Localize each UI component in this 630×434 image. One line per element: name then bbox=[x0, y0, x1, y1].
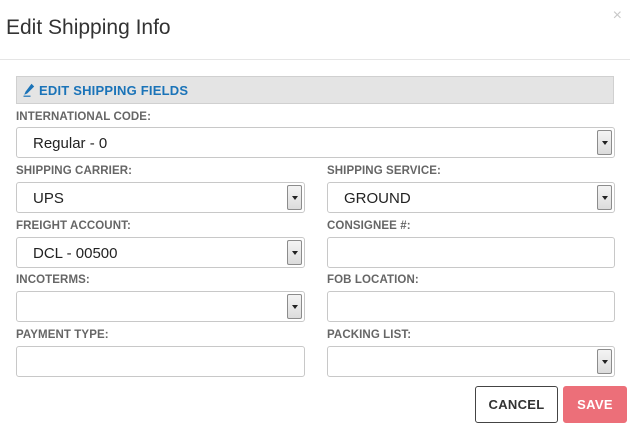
chevron-down-icon[interactable] bbox=[597, 349, 612, 374]
fob-location-label: FOB LOCATION: bbox=[327, 274, 419, 286]
chevron-down-icon[interactable] bbox=[597, 185, 612, 210]
pencil-icon bbox=[23, 83, 35, 97]
freight-account-value: DCL - 00500 bbox=[33, 245, 118, 262]
section-title: EDIT SHIPPING FIELDS bbox=[39, 82, 189, 98]
chevron-down-icon[interactable] bbox=[287, 294, 302, 319]
shipping-carrier-value: UPS bbox=[33, 190, 64, 207]
shipping-service-value: GROUND bbox=[344, 190, 411, 207]
packing-list-select[interactable] bbox=[327, 346, 615, 377]
incoterms-label: INCOTERMS: bbox=[16, 274, 90, 286]
packing-list-label: PACKING LIST: bbox=[327, 329, 412, 341]
modal-header: Edit Shipping Info × bbox=[0, 0, 630, 60]
shipping-service-select[interactable]: GROUND bbox=[327, 182, 615, 213]
consignee-input[interactable] bbox=[327, 237, 615, 268]
fob-location-input[interactable] bbox=[327, 291, 615, 322]
modal-title: Edit Shipping Info bbox=[6, 16, 171, 39]
cancel-button[interactable]: CANCEL bbox=[475, 386, 558, 423]
payment-type-label: PAYMENT TYPE: bbox=[16, 329, 109, 341]
chevron-down-icon[interactable] bbox=[287, 240, 302, 265]
payment-type-input[interactable] bbox=[16, 346, 305, 377]
international-code-value: Regular - 0 bbox=[33, 135, 108, 152]
consignee-label: CONSIGNEE #: bbox=[327, 220, 411, 232]
freight-account-select[interactable]: DCL - 00500 bbox=[16, 237, 305, 268]
incoterms-select[interactable] bbox=[16, 291, 305, 322]
chevron-down-icon[interactable] bbox=[597, 130, 612, 155]
close-icon[interactable]: × bbox=[613, 8, 622, 24]
shipping-carrier-label: SHIPPING CARRIER: bbox=[16, 165, 133, 177]
international-code-label: INTERNATIONAL CODE: bbox=[16, 111, 151, 123]
chevron-down-icon[interactable] bbox=[287, 185, 302, 210]
shipping-service-label: SHIPPING SERVICE: bbox=[327, 165, 441, 177]
shipping-carrier-select[interactable]: UPS bbox=[16, 182, 305, 213]
save-button[interactable]: SAVE bbox=[563, 386, 627, 423]
section-header: EDIT SHIPPING FIELDS bbox=[16, 76, 614, 104]
freight-account-label: FREIGHT ACCOUNT: bbox=[16, 220, 131, 232]
international-code-select[interactable]: Regular - 0 bbox=[16, 127, 615, 158]
